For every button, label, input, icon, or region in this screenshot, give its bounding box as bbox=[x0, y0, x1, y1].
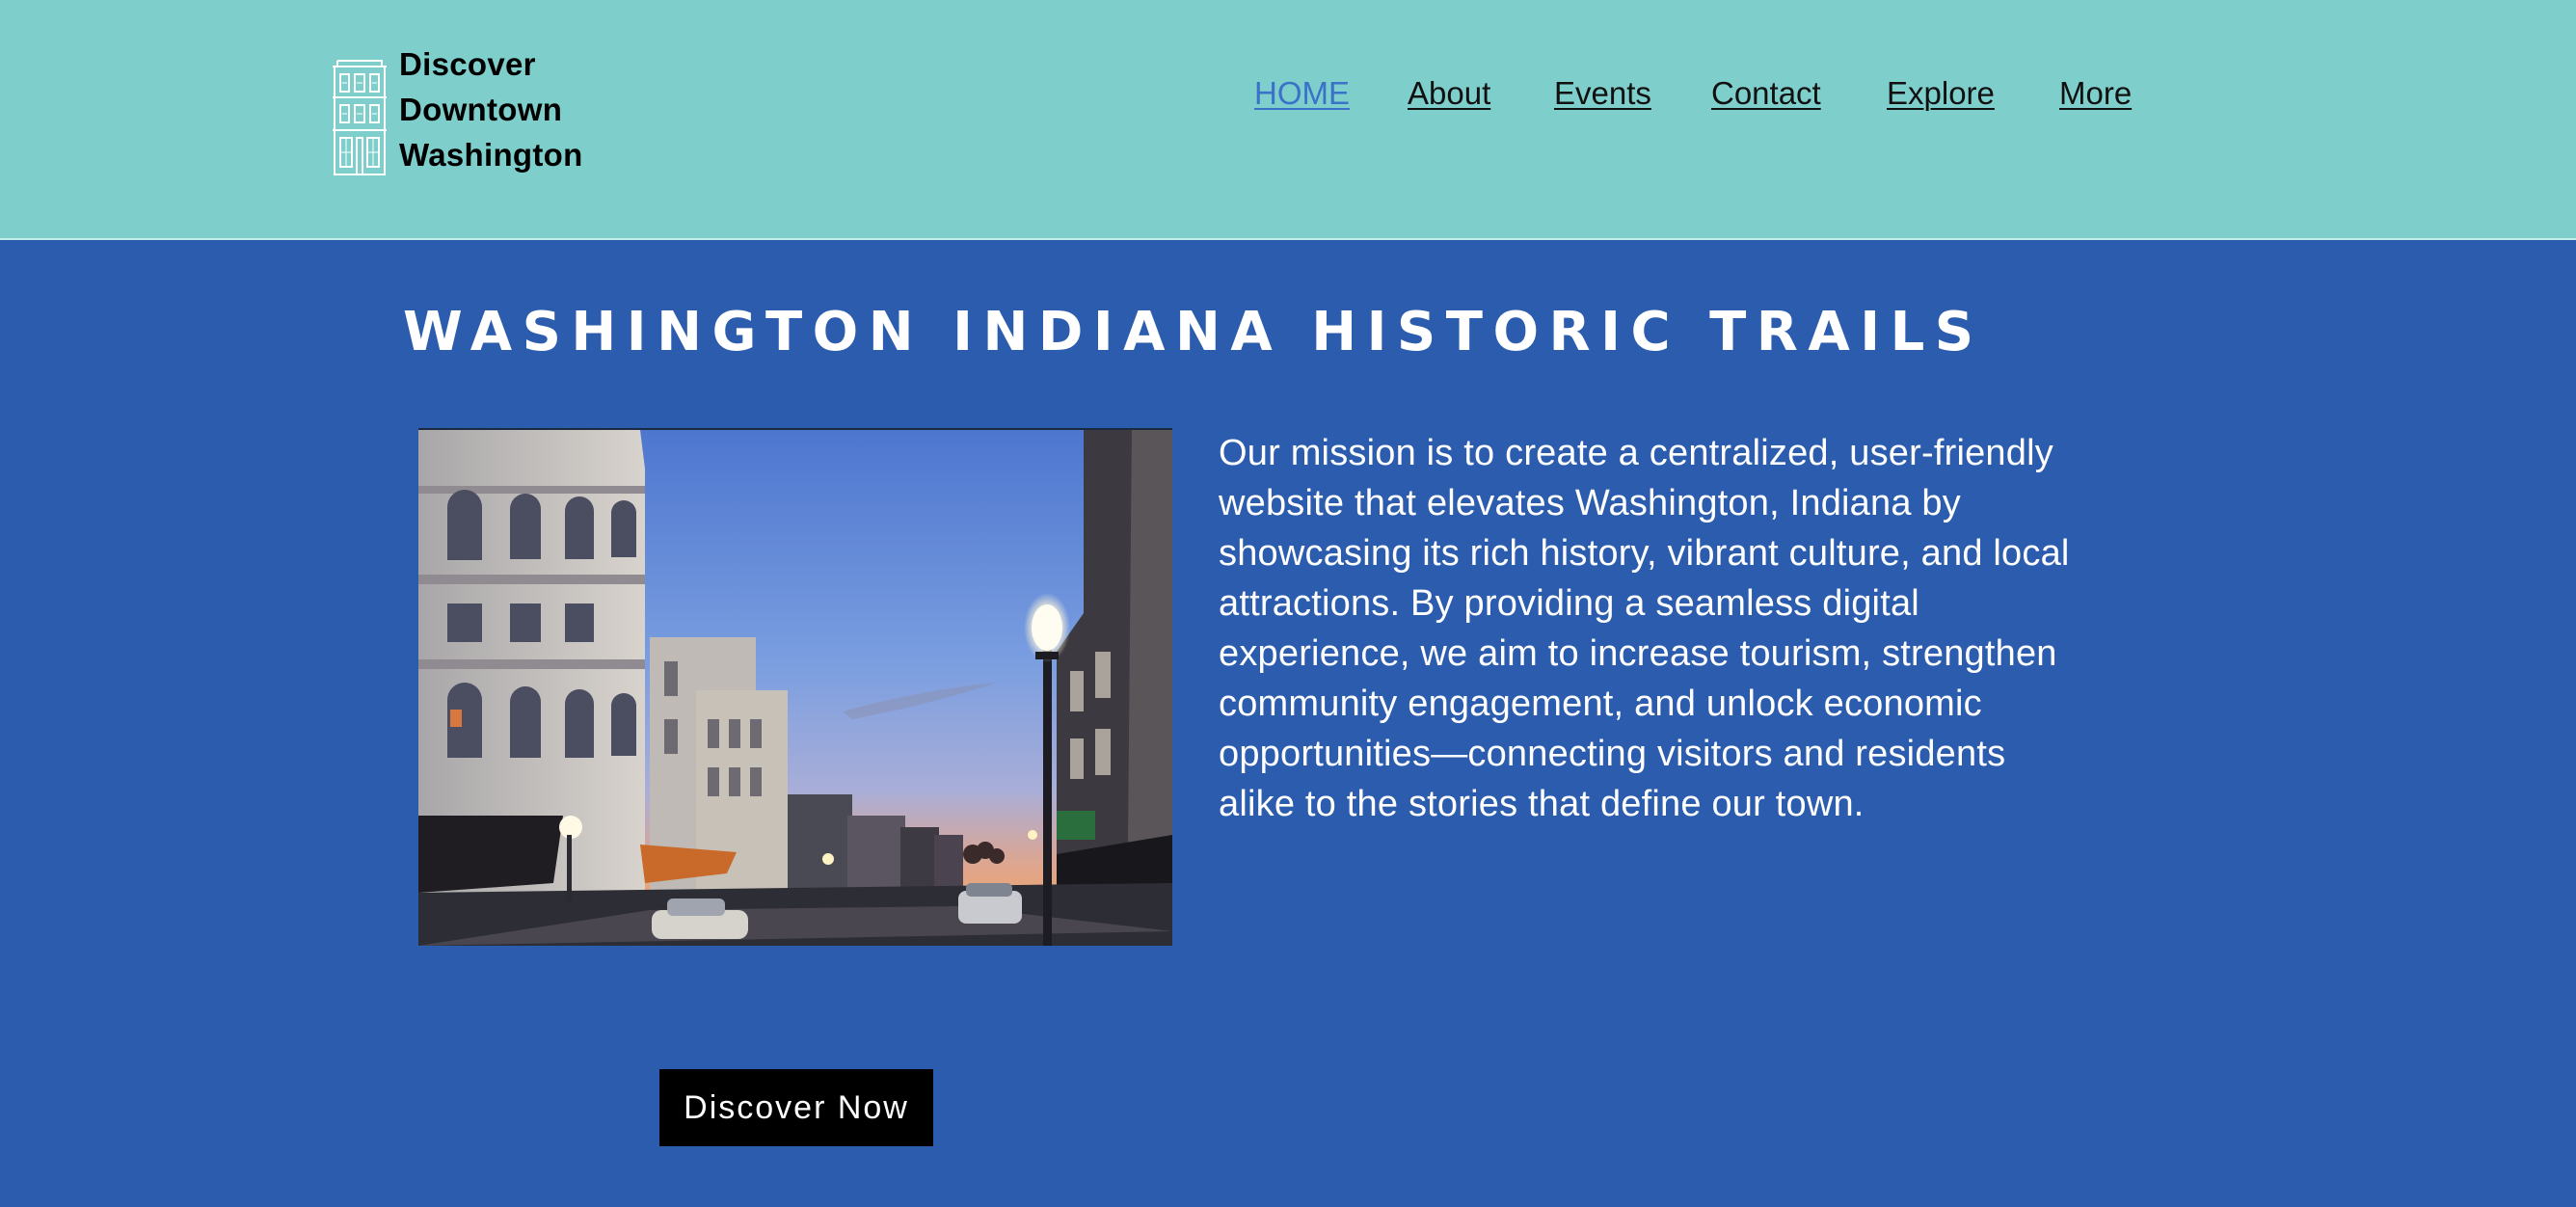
logo-line: Washington bbox=[399, 137, 583, 173]
downtown-street-photo bbox=[418, 428, 1172, 946]
page-title: WASHINGTON INDIANA HISTORIC TRAILS bbox=[403, 301, 1984, 363]
discover-now-button[interactable]: Discover Now bbox=[659, 1069, 933, 1146]
nav-contact[interactable]: Contact bbox=[1711, 75, 1821, 112]
nav-events[interactable]: Events bbox=[1554, 75, 1651, 112]
nav-explore[interactable]: Explore bbox=[1887, 75, 1995, 112]
main-nav: HOME About Events Contact Explore More bbox=[0, 75, 2576, 118]
nav-more[interactable]: More bbox=[2059, 75, 2132, 112]
site-header: Discover Downtown Washington HOME About … bbox=[0, 0, 2576, 240]
nav-home[interactable]: HOME bbox=[1254, 75, 1350, 112]
mission-statement: Our mission is to create a centralized, … bbox=[1219, 433, 2070, 824]
nav-about[interactable]: About bbox=[1408, 75, 1490, 112]
